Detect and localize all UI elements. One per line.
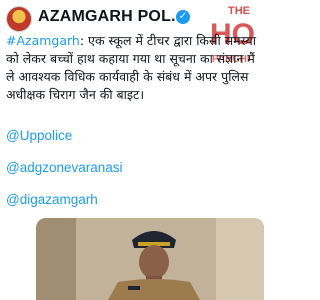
account-avatar[interactable] bbox=[6, 6, 32, 32]
account-name[interactable]: AZAMGARH POL... bbox=[38, 8, 185, 26]
svg-text:THE: THE bbox=[228, 5, 250, 17]
mention-digazamgarh[interactable]: @digazamgarh bbox=[6, 192, 98, 207]
officer-video-frame bbox=[36, 218, 264, 300]
mention-uppolice[interactable]: @Uppolice bbox=[6, 128, 72, 143]
tweet-text: #Azamgarh: एक स्कूल में टीचर द्वारा किसी… bbox=[6, 32, 264, 104]
hashtag-link[interactable]: #Azamgarh bbox=[6, 33, 80, 48]
verified-badge-icon: ✓ bbox=[176, 10, 190, 24]
tweet-video-thumbnail[interactable] bbox=[36, 218, 264, 300]
mention-adgzonevaranasi[interactable]: @adgzonevaranasi bbox=[6, 160, 123, 175]
